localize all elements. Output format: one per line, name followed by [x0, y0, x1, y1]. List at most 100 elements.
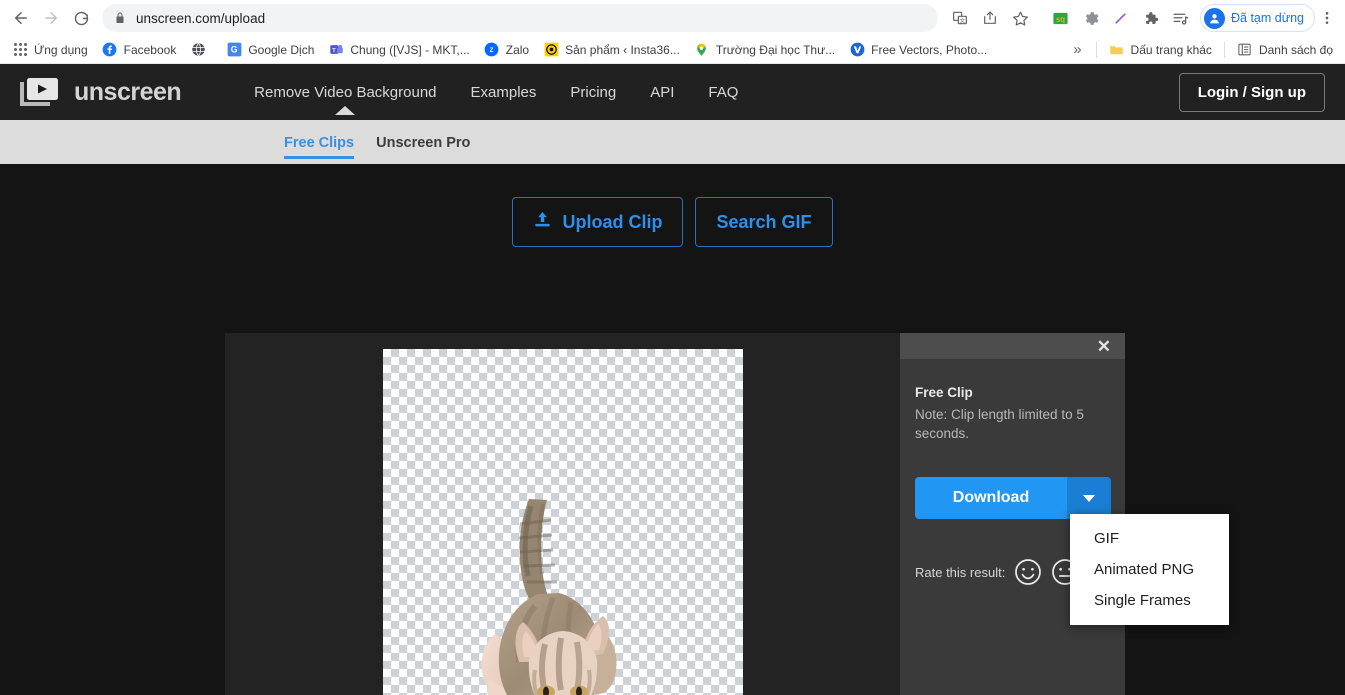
maps-pin-icon [694, 42, 710, 58]
download-format-toggle[interactable] [1067, 477, 1111, 520]
lock-icon [114, 11, 126, 25]
close-icon[interactable]: ✕ [1097, 338, 1111, 355]
format-option-gif[interactable]: GIF [1070, 523, 1229, 554]
tab-free-clips[interactable]: Free Clips [284, 125, 355, 159]
bookmark-label: Trường Đại học Thư... [715, 42, 836, 57]
bookmark-apps[interactable]: Ứng dụng [6, 39, 94, 61]
bookmarks-overflow-button[interactable]: » [1065, 41, 1089, 58]
kitten-cutout-image [475, 494, 655, 695]
url-text: unscreen.com/upload [136, 10, 266, 26]
back-button[interactable] [6, 3, 36, 33]
extension-gear-icon[interactable] [1076, 4, 1104, 32]
svg-text:sq: sq [1055, 15, 1064, 24]
reading-list-icon [1237, 42, 1253, 58]
bookmark-google-translate[interactable]: G Google Dịch [220, 39, 320, 61]
bookmark-label: Facebook [123, 42, 177, 57]
smiley-happy-icon[interactable] [1014, 558, 1042, 586]
reading-list-label: Danh sách đọ [1258, 42, 1333, 57]
unscreen-page: unscreen Remove Video Background Example… [0, 64, 1345, 695]
translate-icon[interactable]: 文 [946, 4, 974, 32]
nav-item-pricing[interactable]: Pricing [553, 84, 633, 101]
format-option-animated-png[interactable]: Animated PNG [1070, 554, 1229, 585]
svg-text:Z: Z [490, 47, 494, 54]
bookmark-label: Chung ([VJS] - MKT,... [350, 42, 470, 57]
bookmark-star-icon[interactable] [1006, 4, 1034, 32]
rate-result-label: Rate this result: [915, 564, 1006, 580]
bookmark-truong-dai-hoc[interactable]: Trường Đại học Thư... [688, 39, 841, 61]
nav-item-faq[interactable]: FAQ [691, 84, 755, 101]
action-button-row: Upload Clip Search GIF [0, 164, 1345, 247]
bookmark-globe[interactable] [184, 39, 218, 61]
copyright-icon [543, 42, 559, 58]
nav-label: Remove Video Background [254, 83, 437, 101]
video-play-icon [20, 76, 62, 108]
bookmark-teams[interactable]: T Chung ([VJS] - MKT,... [322, 39, 475, 61]
address-bar[interactable]: unscreen.com/upload [102, 4, 938, 32]
sub-nav: Free Clips Unscreen Pro [0, 120, 1345, 164]
search-gif-label: Search GIF [716, 211, 812, 232]
bookmarks-bar: Ứng dụng Facebook G Google Dịch T Chung … [0, 36, 1345, 64]
zalo-icon: Z [484, 42, 500, 58]
svg-text:T: T [332, 48, 336, 54]
side-panel-header: ✕ [900, 333, 1125, 359]
facebook-icon [102, 42, 118, 58]
person-icon [1204, 7, 1225, 29]
download-format-menu: GIF Animated PNG Single Frames [1070, 514, 1229, 625]
forward-button[interactable] [36, 3, 66, 33]
upload-clip-button[interactable]: Upload Clip [512, 197, 684, 247]
free-clip-note: Note: Clip length limited to 5 seconds. [915, 407, 1084, 442]
extension-sq-icon[interactable]: sq [1046, 4, 1074, 32]
format-option-single-frames[interactable]: Single Frames [1070, 585, 1229, 616]
bookmark-label: Ứng dụng [34, 42, 88, 57]
free-clip-title: Free Clip [915, 385, 973, 400]
bookmark-label: Zalo [505, 42, 530, 57]
site-logo-text: unscreen [74, 77, 182, 106]
bookmark-facebook[interactable]: Facebook [96, 39, 183, 61]
bookmark-label: Sản phẩm ‹ Insta36... [565, 42, 680, 57]
nav-active-caret [335, 105, 356, 115]
download-button[interactable]: Download [915, 477, 1067, 520]
share-icon[interactable] [976, 4, 1004, 32]
profile-label: Đã tạm dừng [1231, 11, 1304, 25]
extensions-puzzle-icon[interactable] [1136, 4, 1164, 32]
nav-label: FAQ [708, 83, 739, 101]
site-logo[interactable]: unscreen [20, 76, 182, 108]
folder-icon [1109, 42, 1125, 58]
nav-item-api[interactable]: API [633, 84, 691, 101]
kebab-menu-icon[interactable] [1315, 4, 1339, 32]
bookmark-san-pham[interactable]: Sản phẩm ‹ Insta36... [537, 39, 686, 61]
vecteezy-icon [849, 42, 865, 58]
upload-icon [533, 210, 552, 234]
nav-label: Pricing [570, 83, 617, 101]
upload-clip-label: Upload Clip [562, 211, 663, 232]
toolbar-icon-group: 文 sq [946, 4, 1194, 32]
site-header: unscreen Remove Video Background Example… [0, 64, 1345, 120]
nav-label: API [650, 83, 675, 101]
transparent-preview-canvas[interactable] [383, 349, 743, 695]
browser-chrome: unscreen.com/upload 文 sq Đã tạm dừng Ứng… [0, 0, 1345, 64]
extension-pen-icon[interactable] [1106, 4, 1134, 32]
tab-unscreen-pro[interactable]: Unscreen Pro [376, 125, 470, 159]
editor-area: ✕ Free Clip Note: Clip length limited to… [225, 333, 1125, 695]
google-translate-icon: G [226, 42, 242, 58]
reading-list-button[interactable]: Danh sách đọ [1231, 39, 1339, 61]
nav-label: Examples [470, 83, 537, 101]
search-gif-button[interactable]: Search GIF [695, 197, 833, 247]
bookmark-label: Free Vectors, Photo... [871, 42, 988, 57]
teams-icon: T [328, 42, 344, 58]
nav-item-examples[interactable]: Examples [454, 84, 554, 101]
reload-button[interactable] [66, 3, 96, 33]
nav-item-remove-video-background[interactable]: Remove Video Background [237, 83, 453, 115]
globe-icon [190, 42, 206, 58]
chevron-down-icon [1083, 494, 1095, 502]
media-list-icon[interactable] [1166, 4, 1194, 32]
svg-text:G: G [231, 45, 238, 55]
bookmark-zalo[interactable]: Z Zalo [478, 39, 535, 61]
preview-canvas-wrapper [225, 333, 900, 695]
bookmark-free-vectors[interactable]: Free Vectors, Photo... [843, 39, 993, 61]
profile-button[interactable]: Đã tạm dừng [1200, 4, 1315, 32]
browser-toolbar: unscreen.com/upload 文 sq Đã tạm dừng [0, 0, 1345, 36]
other-bookmarks-button[interactable]: Dấu trang khác [1103, 39, 1218, 61]
bookmark-label: Google Dịch [248, 42, 315, 57]
login-signup-button[interactable]: Login / Sign up [1178, 72, 1325, 112]
